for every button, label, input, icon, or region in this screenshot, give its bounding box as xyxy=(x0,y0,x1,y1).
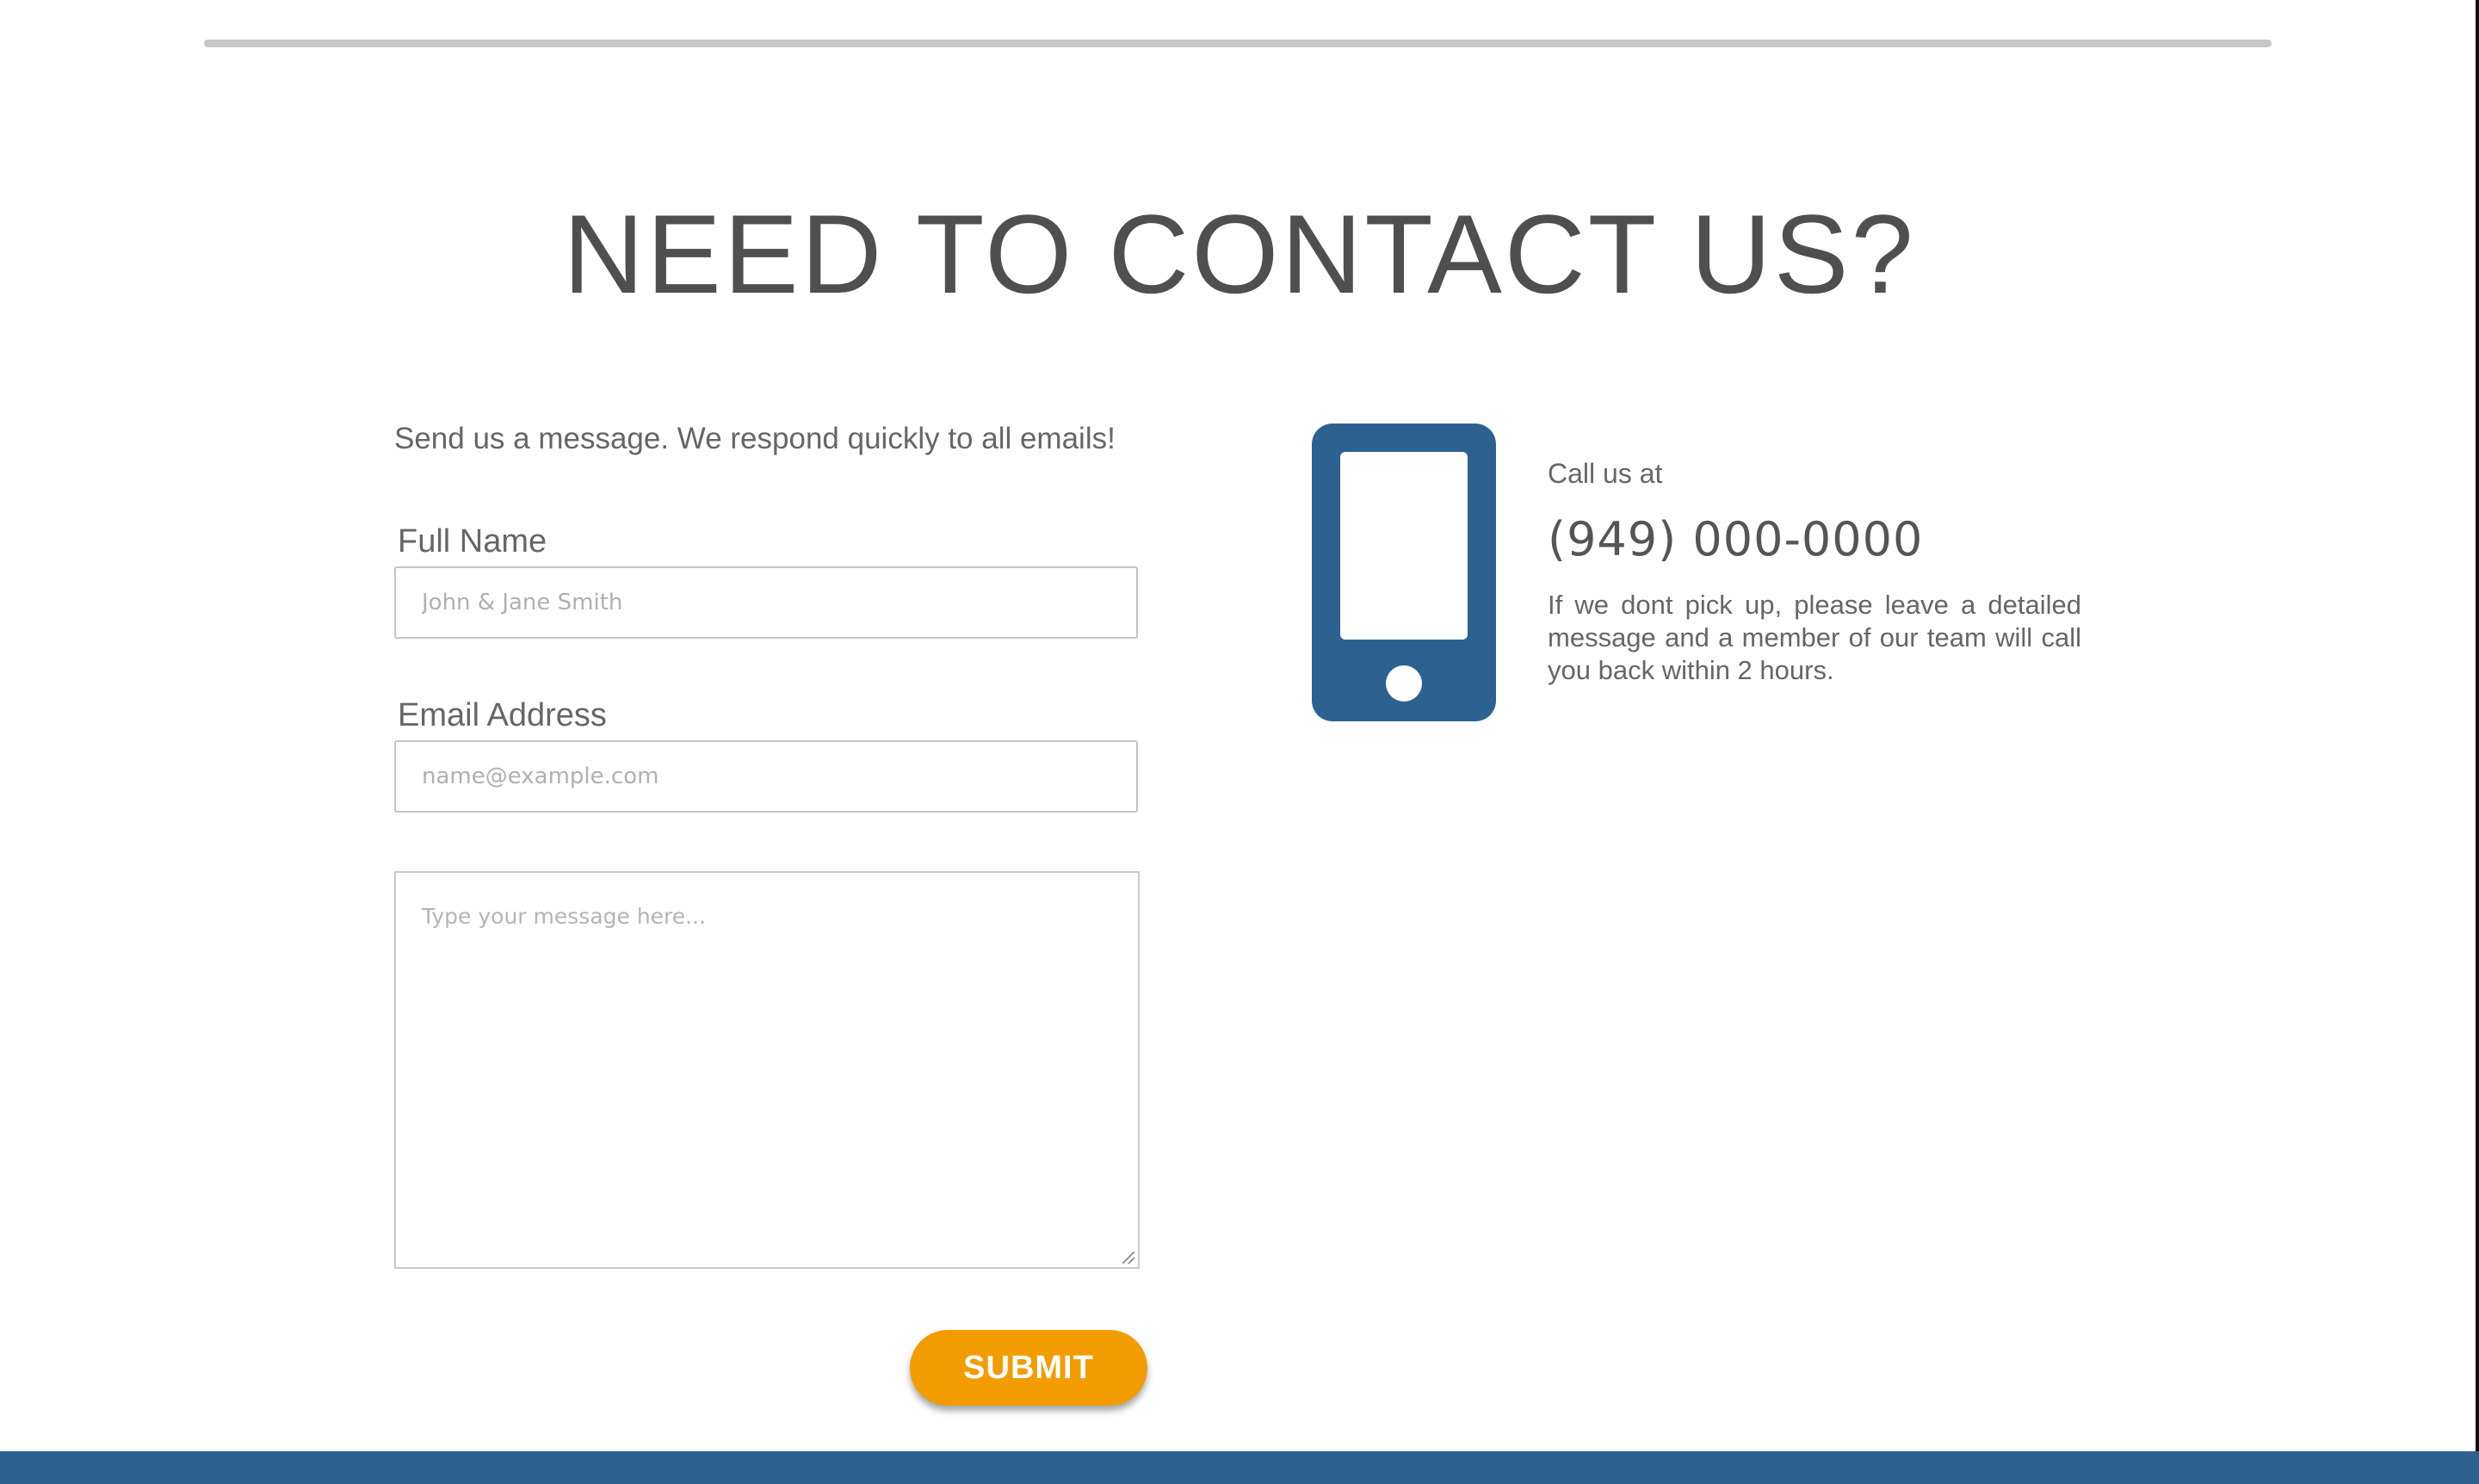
message-textarea[interactable] xyxy=(396,873,1138,1267)
page-title: NEED TO CONTACT US? xyxy=(563,191,1916,317)
full-name-input[interactable] xyxy=(394,566,1138,639)
footer-bar xyxy=(0,1451,2479,1484)
callback-note: If we dont pick up, please leave a detai… xyxy=(1548,590,2081,685)
phone-number: (949) 000-0000 xyxy=(1548,512,1924,566)
email-label: Email Address xyxy=(398,697,607,733)
message-field-container xyxy=(394,871,1140,1269)
submit-button[interactable]: SUBMIT xyxy=(910,1330,1147,1406)
form-intro-text: Send us a message. We respond quickly to… xyxy=(394,422,1116,455)
smartphone-icon xyxy=(1312,424,1496,721)
email-input[interactable] xyxy=(394,740,1138,813)
call-us-label: Call us at xyxy=(1548,458,1663,489)
resize-handle-icon[interactable] xyxy=(1122,1252,1134,1264)
full-name-label: Full Name xyxy=(398,523,547,560)
top-divider xyxy=(204,40,2272,47)
